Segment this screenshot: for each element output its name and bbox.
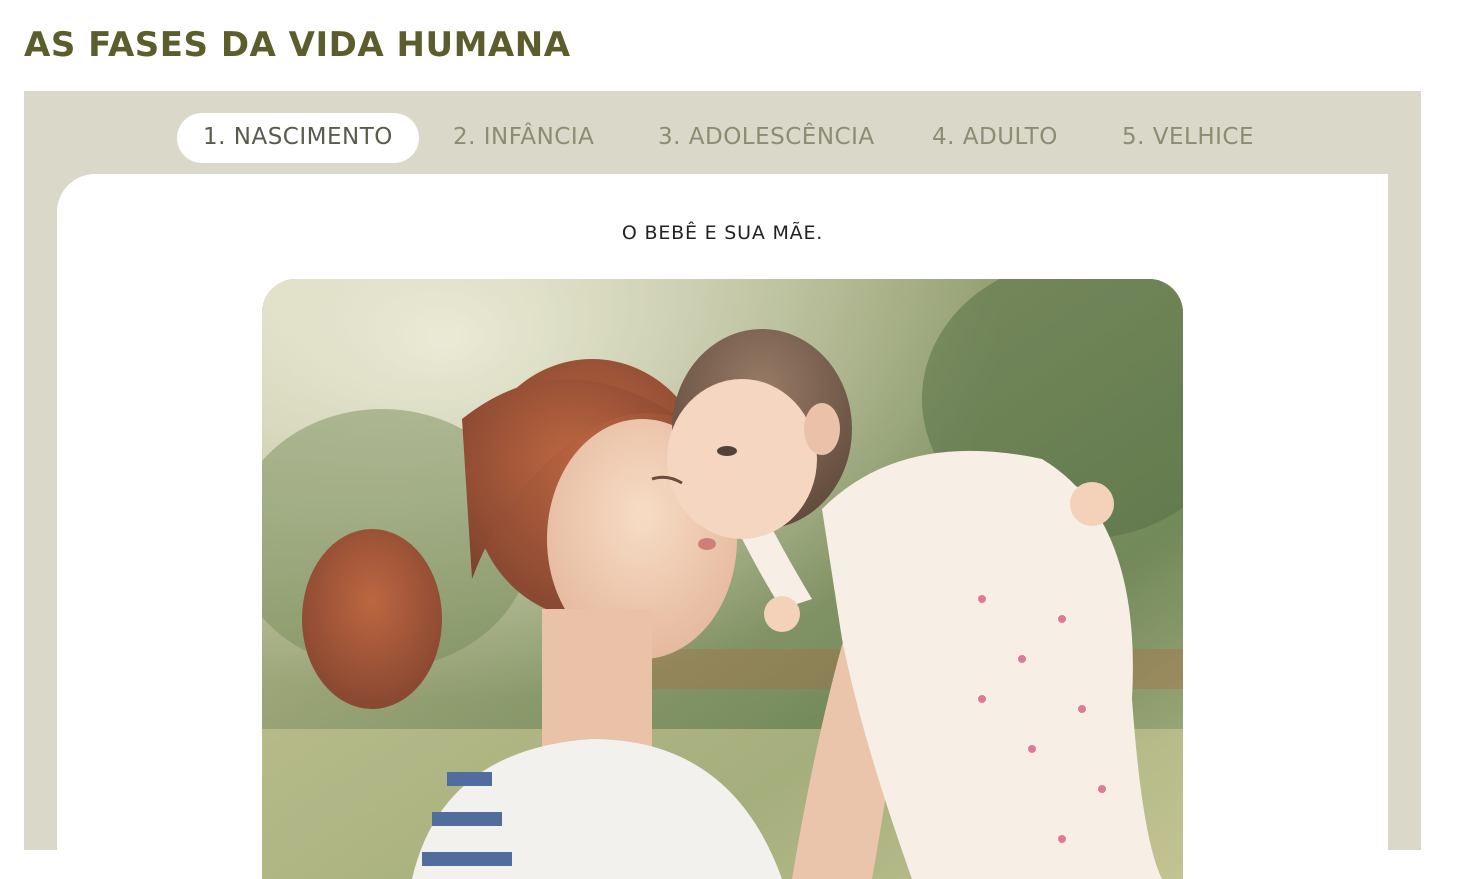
tab-panel: O BEBÊ E SUA MÃE. [57,174,1388,879]
photo-caption: O BEBÊ E SUA MÃE. [621,222,824,244]
tab-adulto[interactable]: 4. ADULTO [906,113,1084,163]
page-title: AS FASES DA VIDA HUMANA [24,25,571,65]
tab-adolescencia[interactable]: 3. ADOLESCÊNCIA [632,113,901,163]
tab-nascimento[interactable]: 1. NASCIMENTO [177,113,419,163]
photo-illustration [262,279,1183,879]
tab-infancia[interactable]: 2. INFÂNCIA [427,113,620,163]
tab-bar: 1. NASCIMENTO 2. INFÂNCIA 3. ADOLESCÊNCI… [24,113,1421,163]
mother-baby-photo [262,279,1183,879]
tab-velhice[interactable]: 5. VELHICE [1096,113,1280,163]
tab-frame: 1. NASCIMENTO 2. INFÂNCIA 3. ADOLESCÊNCI… [24,91,1421,879]
